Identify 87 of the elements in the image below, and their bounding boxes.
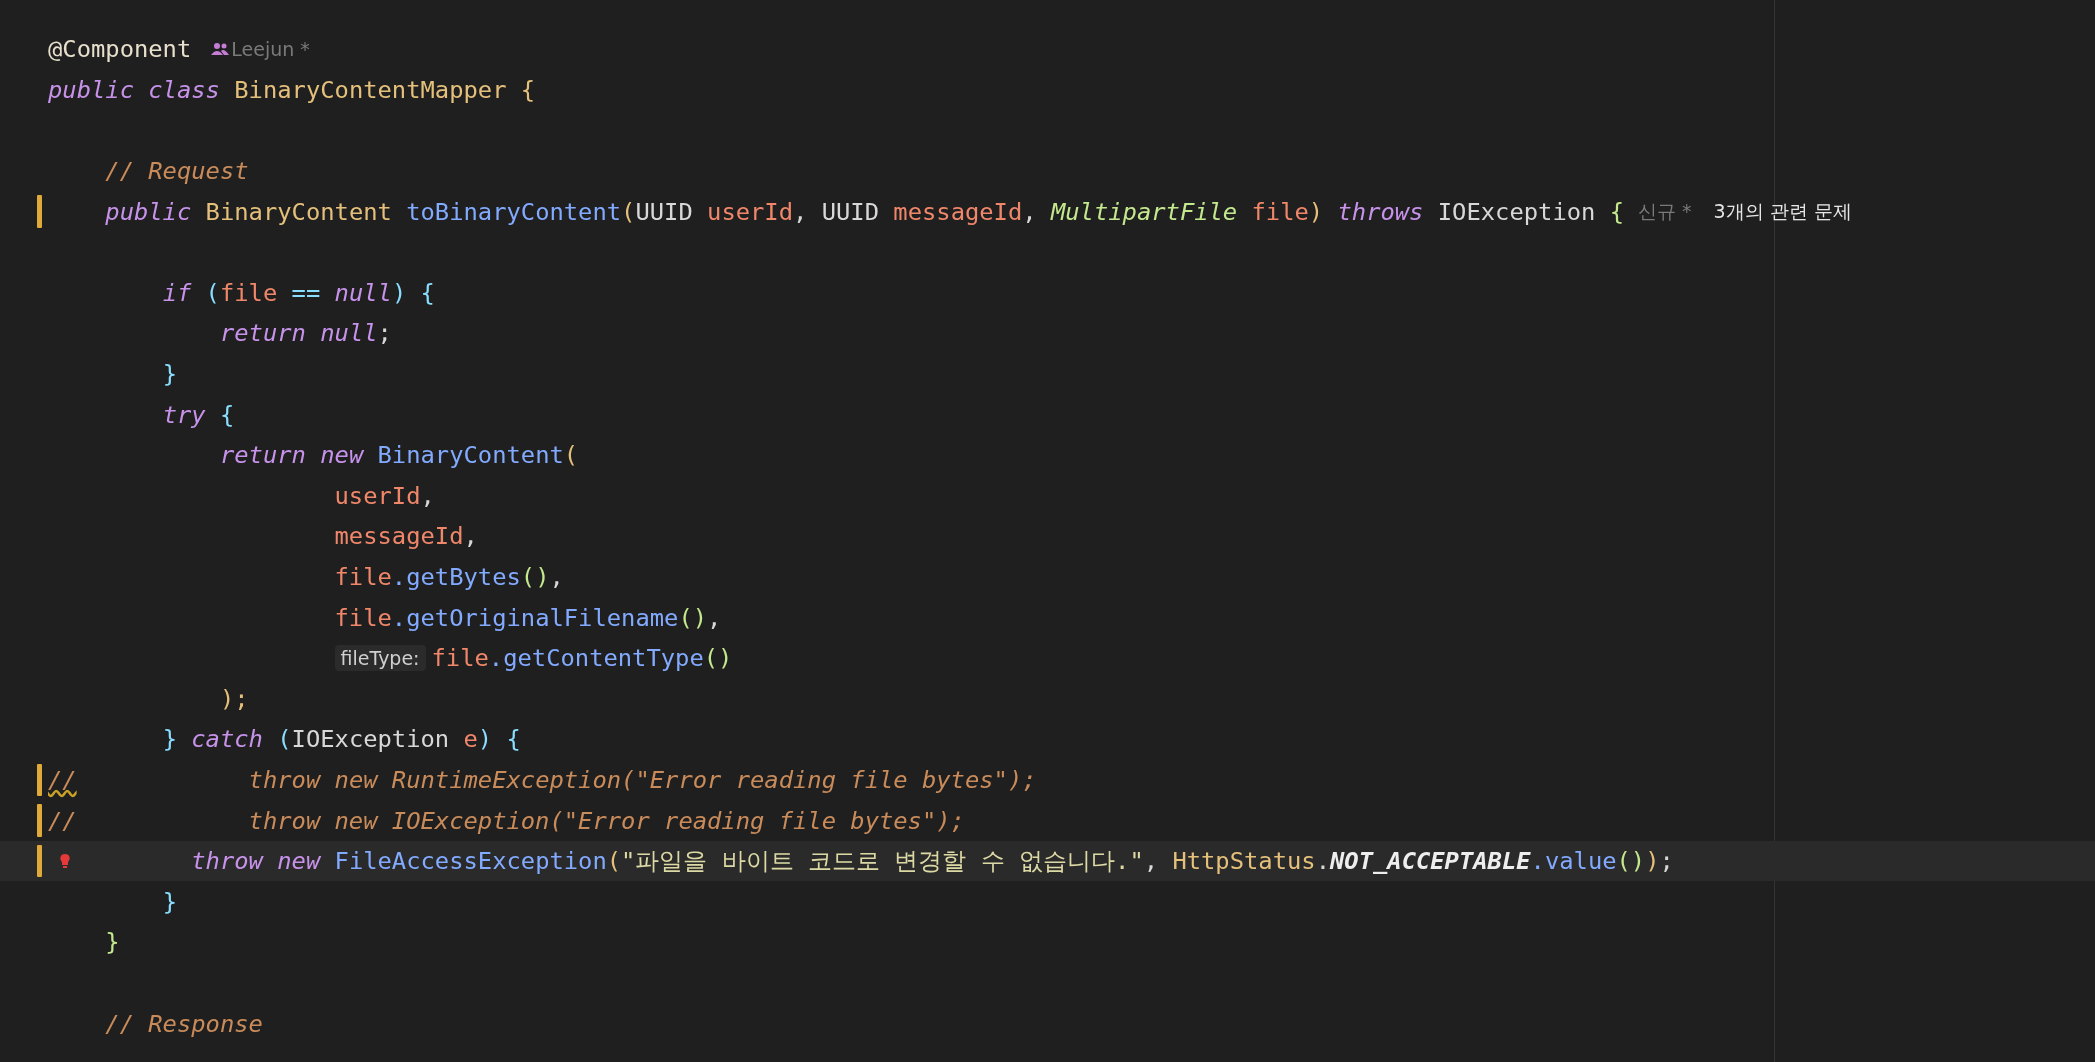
code-token: UUID — [821, 197, 880, 226]
code-token: () — [1616, 847, 1646, 876]
code-token: .getContentType — [488, 644, 704, 673]
code-token: file — [334, 603, 392, 632]
code-token: ) — [1645, 847, 1660, 876]
code-token: file — [334, 563, 392, 591]
code-token: ( — [621, 197, 636, 226]
code-token: catch — [191, 725, 264, 754]
code-token: , — [793, 197, 809, 226]
code-token: throw new — [191, 847, 322, 876]
code-token: , — [420, 481, 435, 510]
code-comment: // Response — [105, 1009, 263, 1038]
code-token: ) — [477, 725, 494, 754]
code-token: if — [162, 278, 193, 307]
code-token: throws — [1337, 197, 1425, 226]
code-token: ; — [377, 319, 392, 348]
code-token: public — [105, 197, 193, 226]
code-comment: // — [48, 766, 77, 794]
code-token: FileAccessException — [334, 847, 607, 876]
code-token: } — [162, 360, 177, 389]
code-token: } — [162, 725, 178, 754]
code-token: ( — [606, 847, 622, 876]
author-hint[interactable]: Leejun * — [231, 38, 310, 61]
code-token: toBinaryContent — [406, 197, 622, 226]
code-token: messageId — [334, 522, 464, 551]
code-token: BinaryContentMapper — [234, 75, 508, 104]
code-token: { — [420, 278, 435, 307]
code-token: file — [219, 278, 279, 307]
code-comment: throw new RuntimeException("Error reading file bytes"); — [248, 766, 1037, 794]
code-token: file — [431, 644, 489, 673]
code-token: . — [1315, 847, 1330, 876]
code-token: () — [520, 563, 550, 591]
code-token: IOException — [291, 725, 451, 754]
code-token: return new — [219, 441, 365, 470]
problems-hint[interactable]: 3개의 관련 문제 — [1713, 198, 1852, 225]
code-token: { — [1609, 197, 1625, 226]
code-token: @Component — [48, 35, 192, 64]
code-token: .getOriginalFilename — [391, 603, 679, 632]
change-marker[interactable] — [37, 763, 42, 797]
code-token: } — [105, 928, 120, 957]
code-token: ( — [563, 441, 579, 470]
code-token: { — [506, 725, 521, 754]
code-token: () — [678, 603, 708, 632]
people-icon — [211, 42, 230, 57]
code-token: null — [334, 278, 392, 307]
parameter-hint: fileType: — [334, 645, 426, 672]
change-marker[interactable] — [37, 195, 42, 228]
code-token: HttpStatus — [1172, 847, 1316, 876]
lightbulb-icon[interactable] — [58, 852, 72, 869]
code-token: , — [1022, 197, 1038, 226]
code-token: ( — [277, 725, 292, 754]
code-token: file — [1251, 197, 1309, 226]
code-token: BinaryContent — [377, 441, 564, 470]
code-token: userId — [334, 481, 421, 510]
code-token: messageId — [893, 197, 1023, 226]
code-token: NOT_ACCEPTABLE — [1330, 847, 1531, 876]
code-token: { — [219, 400, 235, 429]
code-token: "파일을 바이트 코드로 변경할 수 없습니다." — [621, 846, 1144, 878]
code-token: UUID — [635, 197, 694, 226]
code-token: , — [463, 522, 478, 551]
code-comment: // Request — [105, 157, 249, 186]
new-code-hint[interactable]: 신규 * — [1638, 198, 1692, 225]
code-token: .value — [1530, 847, 1617, 876]
code-token: BinaryContent — [205, 197, 393, 226]
code-token: } — [162, 887, 177, 916]
code-token: , — [549, 563, 564, 591]
code-token: ) — [391, 278, 408, 307]
code-token: ); — [219, 684, 249, 713]
code-token: e — [463, 725, 478, 754]
change-marker[interactable] — [37, 804, 42, 837]
code-token: , — [707, 603, 722, 632]
code-token: IOException — [1437, 197, 1597, 226]
code-token: ( — [205, 278, 220, 307]
change-marker[interactable] — [37, 844, 42, 878]
code-token: public class — [48, 75, 221, 104]
code-token: ) — [1308, 197, 1325, 226]
code-token: MultipartFile — [1050, 197, 1239, 226]
code-token: return null — [219, 319, 378, 348]
code-token: userId — [707, 197, 794, 226]
code-token: == — [291, 278, 322, 307]
code-token: .getBytes — [391, 563, 521, 591]
code-token: () — [703, 644, 733, 673]
code-token: , — [1143, 847, 1160, 876]
code-token: try — [162, 400, 207, 429]
code-comment: // throw new IOException("Error reading file bytes"); — [48, 806, 965, 835]
code-token: { — [520, 75, 536, 104]
code-token: ; — [1659, 847, 1674, 876]
